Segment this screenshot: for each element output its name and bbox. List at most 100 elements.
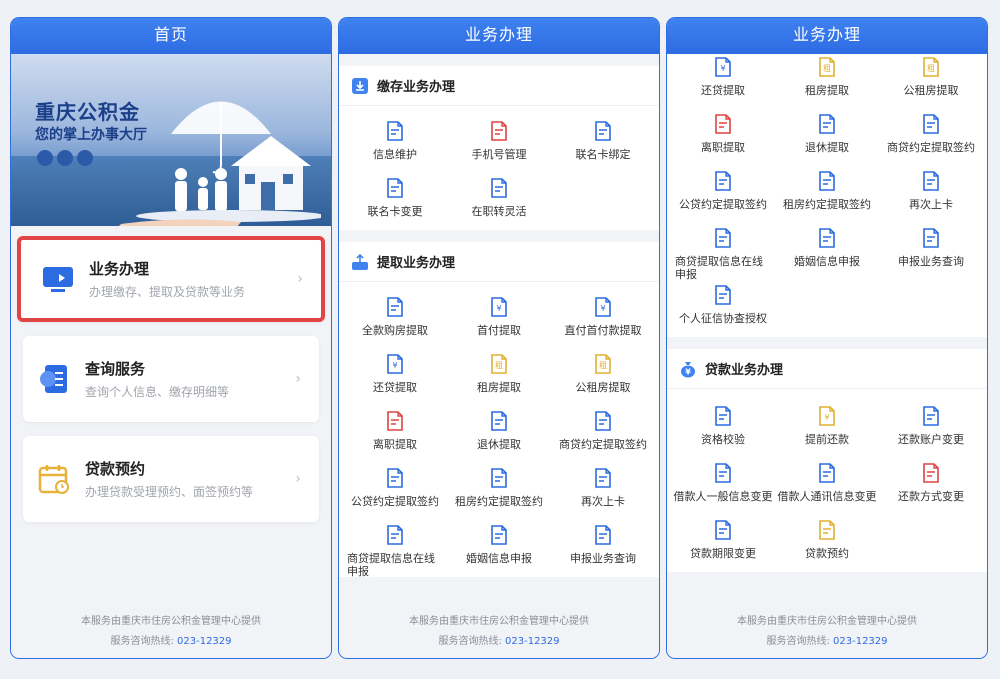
service-card-3[interactable]: 贷款预约 办理贷款受理预约、面签预约等 › [23,436,319,522]
withdraw-item[interactable]: 申报业务查询 [879,219,983,276]
document-icon [384,410,406,432]
document-icon [592,467,614,489]
withdraw-item[interactable]: 商贷提取信息在线申报 [671,219,775,281]
loan-item-label: 提前还款 [805,433,849,446]
withdraw-item[interactable]: 商贷约定提取签约 [879,105,983,162]
withdraw-item-label: 首付提取 [477,324,521,337]
deposit-item[interactable]: 联名卡绑定 [551,112,655,169]
alipay-icon[interactable] [57,150,73,166]
service-title: 贷款预约 [85,460,146,478]
page-title: 业务办理 [667,18,987,54]
loan-item[interactable]: ¥ 提前还款 [775,397,879,454]
loan-item[interactable]: 借款人一般信息变更 [671,454,775,511]
service-card-1[interactable]: 业务办理 办理缴存、提取及贷款等业务 › [17,236,325,322]
loan-item[interactable]: 还款方式变更 [879,454,983,511]
loan-item[interactable]: 还款账户变更 [879,397,983,454]
withdraw-item[interactable]: 租公租房提取 [551,345,655,402]
document-icon [920,462,942,484]
loan-section-title: 贷款业务办理 [705,363,784,378]
withdraw-item-label: 商贷约定提取签约 [559,438,647,451]
withdraw-item-label: 公贷约定提取签约 [679,198,767,211]
withdraw-item[interactable]: 再次上卡 [551,459,655,516]
withdraw-item-label: 再次上卡 [909,198,953,211]
deposit-item-label: 手机号管理 [471,148,527,161]
withdraw-item[interactable]: ¥ 还贷提取 [343,345,447,402]
withdraw-item-label: 租房约定提取签约 [783,198,871,211]
footer-hotline-label: 服务咨询热线: [766,636,830,647]
web-icon[interactable] [77,150,93,166]
withdraw-item[interactable]: 商贷提取信息在线申报 [343,516,447,578]
withdraw-item-label: 商贷提取信息在线申报 [347,552,435,578]
withdraw-item-label: 再次上卡 [581,495,625,508]
business-screen: 业务办理 缴存业务办理 信息维护 手机号管理 联名卡绑定 联名卡变更 在职转灵活 提取业… [338,17,660,659]
withdraw-item-label: 还贷提取 [373,381,417,394]
loan-item[interactable]: 贷款期限变更 [671,511,775,568]
deposit-item[interactable]: 联名卡变更 [343,169,447,226]
deposit-item[interactable]: 在职转灵活 [447,169,551,226]
footer-hotline[interactable]: 023-12329 [505,636,560,647]
service-title: 查询服务 [85,360,146,378]
withdraw-item[interactable]: 商贷约定提取签约 [551,402,655,459]
document-icon: ¥ [816,405,838,427]
withdraw-item-label: 租房提取 [805,84,849,97]
document-icon [816,113,838,135]
withdraw-item[interactable]: 租租房提取 [447,345,551,402]
withdraw-item[interactable]: 租房约定提取签约 [775,162,879,219]
document-icon: ¥ [712,56,734,78]
withdraw-item[interactable]: 离职提取 [343,402,447,459]
house-umbrella-illustration [119,101,321,226]
withdraw-item[interactable]: 公贷约定提取签约 [671,162,775,219]
withdraw-item[interactable]: 个人征信协查授权 [671,276,775,333]
withdraw-item-label: 婚姻信息申报 [466,552,532,565]
service-desc: 办理缴存、提取及贷款等业务 [89,285,246,299]
withdraw-item[interactable]: 退休提取 [775,105,879,162]
withdraw-item[interactable]: 租房约定提取签约 [447,459,551,516]
withdraw-item[interactable]: ¥ 首付提取 [447,288,551,345]
svg-text:¥: ¥ [685,367,691,376]
business-screen-scrolled: 业务办理 ¥ 还贷提取 租租房提取租公租房提取离职提取 退休提取 商贷约定提取签约公贷约… [666,17,988,659]
footer-provider: 本服务由重庆市住房公积金管理中心提供 [737,616,917,627]
page-title: 业务办理 [339,18,659,54]
withdraw-item[interactable]: 全款购房提取 [343,288,447,345]
withdraw-section: 提取业务办理 全款购房提取 ¥ 首付提取 ¥ 直付首付款提取 ¥ 还贷提取租租房提取租公租房… [339,242,659,578]
loan-section: ¥ 贷款业务办理 资格校验 ¥ 提前还款 还款账户变更借款人一般信息变更 借款人通讯信息… [667,349,987,572]
wechat-icon[interactable] [37,150,53,166]
withdraw-item[interactable]: 退休提取 [447,402,551,459]
withdraw-item[interactable]: 再次上卡 [879,162,983,219]
page-title: 首页 [11,18,331,54]
withdraw-item[interactable]: ¥ 还贷提取 [671,54,775,105]
withdraw-item[interactable]: ¥ 直付首付款提取 [551,288,655,345]
document-icon [816,519,838,541]
withdraw-item-label: 租房提取 [477,381,521,394]
footer-provider: 本服务由重庆市住房公积金管理中心提供 [81,616,261,627]
withdraw-item-label: 还贷提取 [701,84,745,97]
service-card-2[interactable]: 查询服务 查询个人信息、缴存明细等 › [23,336,319,422]
withdraw-item[interactable]: 离职提取 [671,105,775,162]
withdraw-item[interactable]: 婚姻信息申报 [775,219,879,276]
withdraw-item[interactable]: 租租房提取 [775,54,879,105]
footer-hotline[interactable]: 023-12329 [833,636,888,647]
document-icon [712,227,734,249]
loan-item[interactable]: 借款人通讯信息变更 [775,454,879,511]
document-icon [488,410,510,432]
deposit-item[interactable]: 手机号管理 [447,112,551,169]
upload-tray-icon [352,253,368,270]
withdraw-item-label: 个人征信协查授权 [679,312,767,325]
withdraw-item[interactable]: 租公租房提取 [879,54,983,105]
document-icon [384,177,406,199]
withdraw-item[interactable]: 婚姻信息申报 [447,516,551,573]
loan-item-label: 还款账户变更 [898,433,964,446]
document-icon [592,524,614,546]
footer-hotline[interactable]: 023-12329 [177,636,232,647]
download-box-icon [352,77,368,94]
document-icon [712,405,734,427]
calendar-icon [37,462,71,496]
deposit-item-label: 信息维护 [373,148,417,161]
withdraw-item[interactable]: 申报业务查询 [551,516,655,573]
document-icon: ¥ [592,296,614,318]
deposit-item[interactable]: 信息维护 [343,112,447,169]
loan-item[interactable]: 贷款预约 [775,511,879,568]
loan-item-label: 贷款期限变更 [690,547,756,560]
loan-item[interactable]: 资格校验 [671,397,775,454]
withdraw-item[interactable]: 公贷约定提取签约 [343,459,447,516]
